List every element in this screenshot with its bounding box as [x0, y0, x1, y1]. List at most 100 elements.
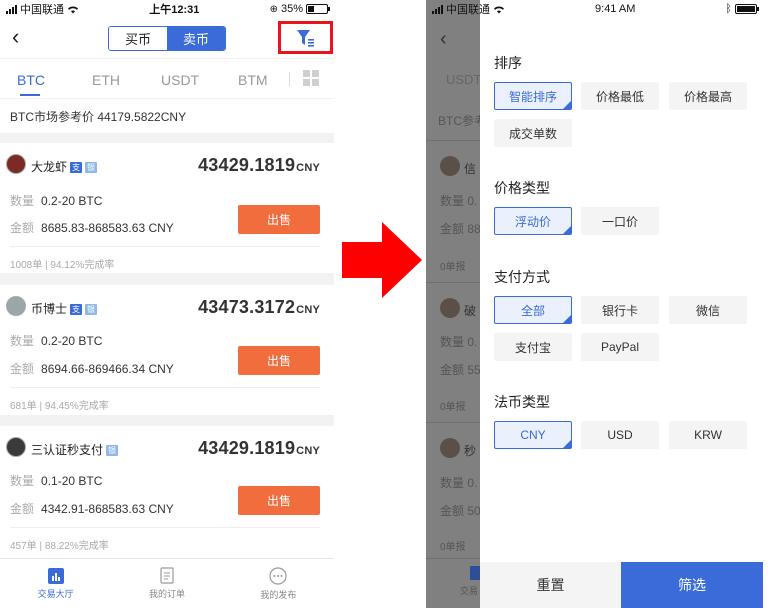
filter-panel-footer: 重置 筛选: [480, 562, 763, 608]
wifi-icon: [68, 5, 78, 13]
tab-eth[interactable]: ETH: [92, 72, 120, 88]
sort-option-lowest-price[interactable]: 价格最低: [581, 82, 659, 110]
list-item[interactable]: 大龙虾支银 43429.1819CNY 数量 0.2-20 BTC 金额 8685.…: [0, 143, 334, 273]
price-unit: CNY: [296, 304, 320, 316]
amount-label: 金额: [10, 221, 35, 235]
divider: [426, 140, 480, 141]
fiat-option-krw[interactable]: KRW: [669, 421, 747, 449]
active-tab-indicator: [20, 94, 40, 96]
list-item[interactable]: 币博士支银 43473.3172CNY 数量 0.2-20 BTC 金额 8694.…: [0, 285, 334, 415]
quantity-fragment: 数量 0.: [440, 194, 478, 208]
amount-fragment: 金额 55: [440, 363, 481, 377]
reset-button[interactable]: 重置: [480, 562, 621, 608]
order-stats: 457单 | 88.22%完成率: [10, 541, 109, 552]
amount-fragment: 金额 50: [440, 504, 481, 518]
divider: [426, 422, 480, 423]
bottom-tab-my-posts[interactable]: 我的发布: [223, 559, 334, 608]
buy-tab[interactable]: 买币: [109, 26, 167, 50]
price-unit: CNY: [296, 162, 320, 174]
bottom-tab-bar: 交易大厅 我的订单 我的发布: [0, 558, 334, 608]
tab-btm[interactable]: BTM: [238, 72, 268, 88]
avatar: [440, 156, 460, 176]
top-nav-bar: ‹ 买币 卖币: [0, 18, 334, 58]
signal-icon: [432, 4, 443, 14]
avatar: [6, 296, 26, 316]
carrier-name: 中国联通: [446, 4, 490, 16]
quantity-value: 0.2-20 BTC: [41, 334, 103, 348]
bottom-tab-my-orders[interactable]: 我的订单: [111, 559, 222, 608]
orientation-lock-icon: ⊕: [269, 3, 278, 15]
signal-icon: [6, 4, 17, 14]
sell-button[interactable]: 出售: [238, 205, 320, 234]
divider: [426, 558, 480, 559]
amount-row: 金额 4342.91-868583.63 CNY: [10, 500, 174, 517]
section-title-sort: 排序: [494, 55, 522, 71]
payment-option-wechat[interactable]: 微信: [669, 296, 747, 324]
price-number: 43429.1819: [198, 438, 296, 458]
payment-option-alipay[interactable]: 支付宝: [494, 333, 572, 361]
price-number: 43473.3172: [198, 297, 296, 317]
quantity-row: 数量 0.1-20 BTC: [10, 472, 102, 489]
sell-button[interactable]: 出售: [238, 346, 320, 375]
price-value: 43429.1819CNY: [198, 438, 320, 459]
avatar: [440, 438, 460, 458]
section-title-fiat-type: 法币类型: [494, 394, 550, 410]
amount-value: 4342.91-868583.63 CNY: [41, 502, 174, 516]
quantity-row: 数量 0.2-20 BTC: [10, 332, 102, 349]
buy-sell-toggle: 买币 卖币: [108, 25, 226, 51]
back-chevron-icon[interactable]: ‹: [12, 26, 19, 48]
chart-icon: [47, 567, 64, 584]
amount-label: 金额: [10, 502, 35, 516]
fiat-option-cny[interactable]: CNY: [494, 421, 572, 449]
bottom-tab-label: 我的发布: [260, 589, 297, 600]
sell-button[interactable]: 出售: [238, 486, 320, 515]
dimmed-background-overlay[interactable]: ‹ USDT BTC参考 信 数量 0. 金额 88 0单报 破 数量 0. 金…: [426, 0, 486, 608]
grid-menu-icon[interactable]: [303, 70, 319, 86]
bank-badge-icon: 银: [85, 304, 98, 316]
sort-option-smart[interactable]: 智能排序: [494, 82, 572, 110]
bottom-tab-trading-hall[interactable]: 交易大厅: [0, 559, 111, 608]
quantity-label: 数量: [10, 334, 35, 348]
bank-badge-icon: 银: [85, 162, 98, 174]
fiat-option-usd[interactable]: USD: [581, 421, 659, 449]
bluetooth-icon: ᛒ: [725, 3, 732, 15]
sort-option-highest-price[interactable]: 价格最高: [669, 82, 747, 110]
status-time: 上午12:31: [149, 4, 200, 16]
price-type-floating[interactable]: 浮动价: [494, 207, 572, 235]
tab-btc[interactable]: BTC: [17, 72, 45, 88]
filter-button[interactable]: [278, 21, 333, 54]
divider: [10, 387, 320, 388]
battery-icon: [735, 4, 759, 14]
list-item[interactable]: 三认证秒支付银 43429.1819CNY 数量 0.1-20 BTC 金额 434…: [0, 426, 334, 558]
payment-option-paypal[interactable]: PayPal: [581, 333, 659, 361]
battery-icon: [306, 4, 330, 14]
verified-badge-icon: 支: [70, 162, 83, 174]
quantity-label: 数量: [10, 474, 35, 488]
quantity-fragment: 数量 0.: [440, 476, 478, 490]
more-circle-icon: [269, 566, 287, 585]
section-title-payment: 支付方式: [494, 269, 550, 285]
amount-fragment: 金额 88: [440, 222, 481, 236]
carrier-name: 中国联通: [20, 4, 64, 16]
amount-value: 8685.83-868583.63 CNY: [41, 221, 174, 235]
price-type-fixed[interactable]: 一口价: [581, 207, 659, 235]
price-unit: CNY: [296, 445, 320, 457]
tab-usdt[interactable]: USDT: [161, 72, 199, 88]
amount-row: 金额 8685.83-868583.63 CNY: [10, 219, 174, 236]
sort-option-order-count[interactable]: 成交单数: [494, 119, 572, 147]
stats-fragment: 0单报: [440, 402, 466, 413]
tab-usdt-fragment: USDT: [446, 72, 482, 87]
seller-name: 大龙虾: [31, 160, 68, 174]
tab-divider: [289, 72, 290, 86]
apply-filter-button[interactable]: 筛选: [621, 562, 763, 608]
payment-option-all[interactable]: 全部: [494, 296, 572, 324]
seller-name: 币博士: [31, 302, 68, 316]
wifi-icon: [494, 5, 504, 13]
payment-option-bank-card[interactable]: 银行卡: [581, 296, 659, 324]
sell-tab[interactable]: 卖币: [167, 26, 225, 50]
ref-price-fragment: BTC参考: [438, 114, 487, 128]
seller-name-fragment: 秒: [464, 444, 477, 458]
quantity-value: 0.2-20 BTC: [41, 194, 103, 208]
quantity-row: 数量 0.2-20 BTC: [10, 192, 102, 209]
amount-label: 金额: [10, 362, 35, 376]
